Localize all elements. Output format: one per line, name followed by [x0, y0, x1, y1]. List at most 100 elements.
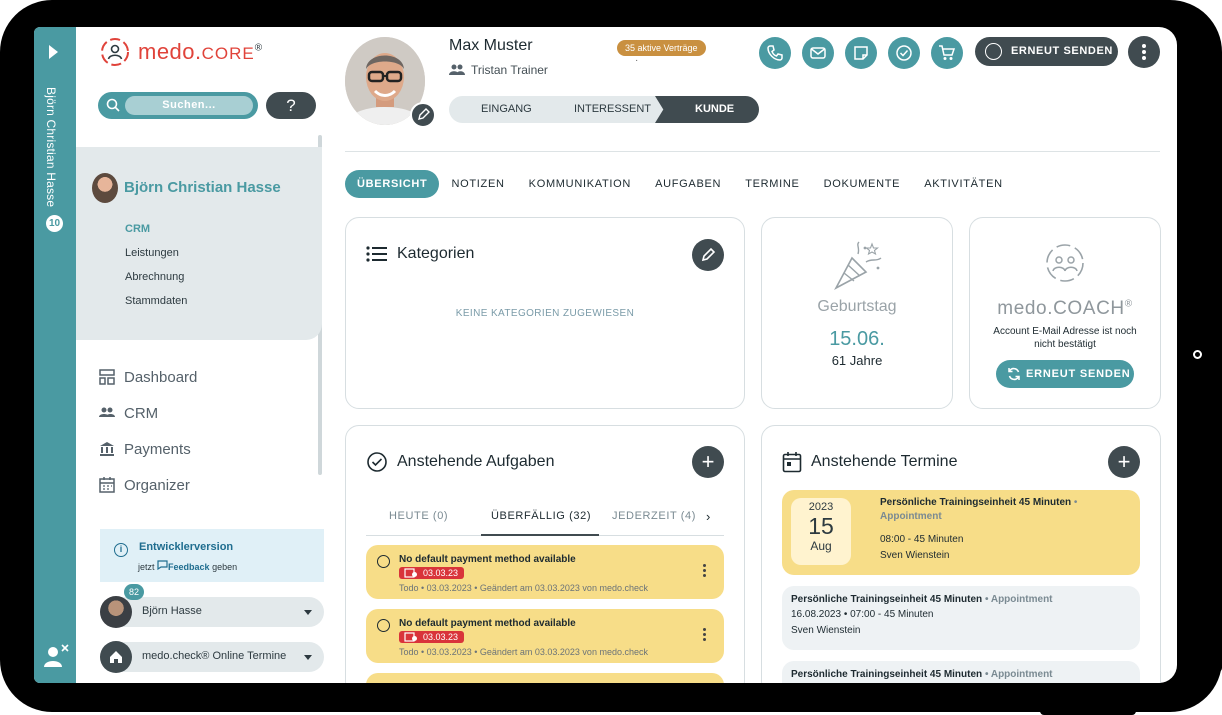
task-menu-icon[interactable]	[703, 564, 706, 579]
client-name[interactable]: Björn Christian Hasse	[124, 179, 281, 196]
nav-item-payments[interactable]: Payments	[98, 431, 197, 467]
task-button[interactable]	[888, 37, 920, 69]
client-menu: CRM Leistungen Abrechnung Stammdaten	[125, 217, 187, 313]
trainer: Tristan Trainer	[449, 63, 548, 77]
nav-label: CRM	[124, 404, 159, 422]
nav-item-organizer[interactable]: Organizer	[98, 467, 197, 503]
active-tab-indicator	[481, 534, 599, 536]
help-button[interactable]: ?	[266, 92, 316, 119]
chevron-right-icon[interactable]: ›	[706, 509, 710, 524]
nav-label: Dashboard	[124, 368, 198, 386]
party-icon	[834, 241, 882, 290]
calendar-icon	[782, 452, 802, 473]
check-circle-icon	[367, 452, 387, 472]
coach-icon	[1046, 244, 1084, 282]
user-badge: 82	[124, 584, 144, 600]
client-menu-crm[interactable]: CRM	[125, 217, 187, 241]
tab-kommunikation[interactable]: KOMMUNIKATION	[517, 170, 643, 198]
calendar-alert-icon	[404, 632, 417, 642]
users-icon	[99, 407, 115, 417]
tab-notizen[interactable]: NOTIZEN	[439, 170, 516, 198]
list-icon	[366, 246, 387, 262]
device-camera	[1193, 350, 1202, 359]
location-name: medo.check® Online Termine	[142, 650, 287, 662]
task-meta: Todo • 03.03.2023 • Geändert am 03.03.20…	[399, 647, 648, 657]
task-item-partial[interactable]	[366, 673, 724, 683]
user-avatar	[100, 596, 132, 628]
task-check-icon[interactable]	[377, 555, 390, 568]
stage-interessent[interactable]: INTERESSENT	[574, 103, 651, 115]
search-input[interactable]: Suchen...	[125, 96, 253, 115]
edit-categories-button[interactable]	[692, 239, 724, 271]
customer-stage: EINGANG INTERESSENT KUNDE	[449, 96, 759, 123]
phone-icon	[767, 45, 783, 61]
appointment-date: 2023 15 Aug	[791, 498, 851, 565]
tab-termine[interactable]: TERMINE	[733, 170, 811, 198]
user-selector[interactable]: 82 Björn Hasse	[100, 584, 324, 628]
dev-title: Entwicklerversion	[139, 541, 234, 553]
phone-button[interactable]	[759, 37, 791, 69]
task-menu-icon[interactable]	[703, 628, 706, 643]
client-menu-leistungen[interactable]: Leistungen	[125, 241, 187, 265]
main-nav: Dashboard CRM Payments Organizer	[98, 359, 197, 503]
appointment-featured[interactable]: 2023 15 Aug Persönliche Trainingseinheit…	[782, 490, 1140, 575]
user-remove-icon[interactable]	[43, 643, 69, 669]
birthday-date: 15.06.	[829, 328, 885, 350]
task-item[interactable]: No default payment method available 03.0…	[366, 609, 724, 663]
app-screen: Björn Christian Hasse 10 medo.CORE® Such…	[34, 27, 1177, 683]
tab-aufgaben[interactable]: AUFGABEN	[643, 170, 733, 198]
card-title: Anstehende Termine	[782, 451, 957, 473]
task-item[interactable]: No default payment method available 03.0…	[366, 545, 724, 599]
search-bar[interactable]: Suchen...	[98, 92, 258, 119]
add-appointment-button[interactable]: +	[1108, 446, 1140, 478]
note-button[interactable]	[845, 37, 877, 69]
dev-feedback: jetzt Feedback geben	[138, 560, 238, 572]
more-menu-button[interactable]	[1128, 36, 1160, 68]
location-selector[interactable]: medo.check® Online Termine	[100, 641, 324, 673]
strip-badge: 10	[46, 215, 63, 232]
task-due-badge: 03.03.23	[399, 567, 465, 579]
edit-photo-button[interactable]	[410, 102, 436, 128]
bank-icon	[100, 442, 114, 456]
appointment-item[interactable]: Persönliche Trainingseinheit 45 Minuten …	[782, 586, 1140, 650]
task-check-icon[interactable]	[377, 619, 390, 632]
stage-eingang[interactable]: EINGANG	[481, 103, 532, 115]
users-icon	[449, 64, 465, 75]
task-tab-anytime[interactable]: JEDERZEIT (4)	[612, 510, 696, 522]
header-divider	[345, 151, 1160, 152]
mail-icon	[810, 47, 826, 59]
coach-status-text: Account E-Mail Adresse ist noch nicht be…	[993, 326, 1137, 350]
add-task-button[interactable]: +	[692, 446, 724, 478]
tab-uebersicht[interactable]: ÜBERSICHT	[345, 170, 440, 198]
chevron-down-icon	[304, 610, 312, 615]
expand-arrow-icon[interactable]	[49, 45, 58, 59]
cart-button[interactable]	[931, 37, 963, 69]
client-panel: Björn Christian Hasse CRM Leistungen Abr…	[76, 147, 322, 340]
tab-aktivitaeten[interactable]: AKTIVITÄTEN	[912, 170, 1015, 198]
logo-icon	[101, 38, 129, 66]
client-menu-abrechnung[interactable]: Abrechnung	[125, 265, 187, 289]
nav-item-dashboard[interactable]: Dashboard	[98, 359, 197, 395]
mail-button[interactable]	[802, 37, 834, 69]
task-tabs: HEUTE (0) ÜBERFÄLLIG (32) JEDERZEIT (4) …	[366, 498, 724, 536]
contracts-badge[interactable]: 35 aktive Verträge	[617, 40, 706, 56]
task-tab-overdue[interactable]: ÜBERFÄLLIG (32)	[491, 510, 591, 522]
card-title: Kategorien	[366, 245, 474, 263]
appointment-item[interactable]: Persönliche Trainingseinheit 45 Minuten …	[782, 661, 1140, 683]
resend-button[interactable]: ERNEUT SENDEN	[975, 37, 1118, 66]
medo-core-logo[interactable]: medo.CORE®	[100, 37, 263, 67]
main-content: Max Muster Tristan Trainer 35 aktive Ver…	[326, 27, 1177, 683]
home-icon	[100, 641, 132, 673]
feedback-link[interactable]: Feedback	[168, 562, 210, 572]
coach-resend-button[interactable]: ERNEUT SENDEN	[996, 360, 1134, 388]
categories-empty: KEINE KATEGORIEN ZUGEWIESEN	[455, 308, 635, 319]
task-tab-today[interactable]: HEUTE (0)	[389, 510, 448, 522]
client-menu-stammdaten[interactable]: Stammdaten	[125, 289, 187, 313]
tab-dokumente[interactable]: DOKUMENTE	[812, 170, 913, 198]
nav-item-crm[interactable]: CRM	[98, 395, 197, 431]
info-icon: i	[114, 543, 128, 557]
appointment-person: Sven Wienstein	[791, 625, 861, 636]
profile-tabs: ÜBERSICHT NOTIZEN KOMMUNIKATION AUFGABEN…	[345, 170, 1015, 198]
chat-icon	[157, 560, 168, 571]
stage-kunde[interactable]: KUNDE	[695, 103, 734, 115]
